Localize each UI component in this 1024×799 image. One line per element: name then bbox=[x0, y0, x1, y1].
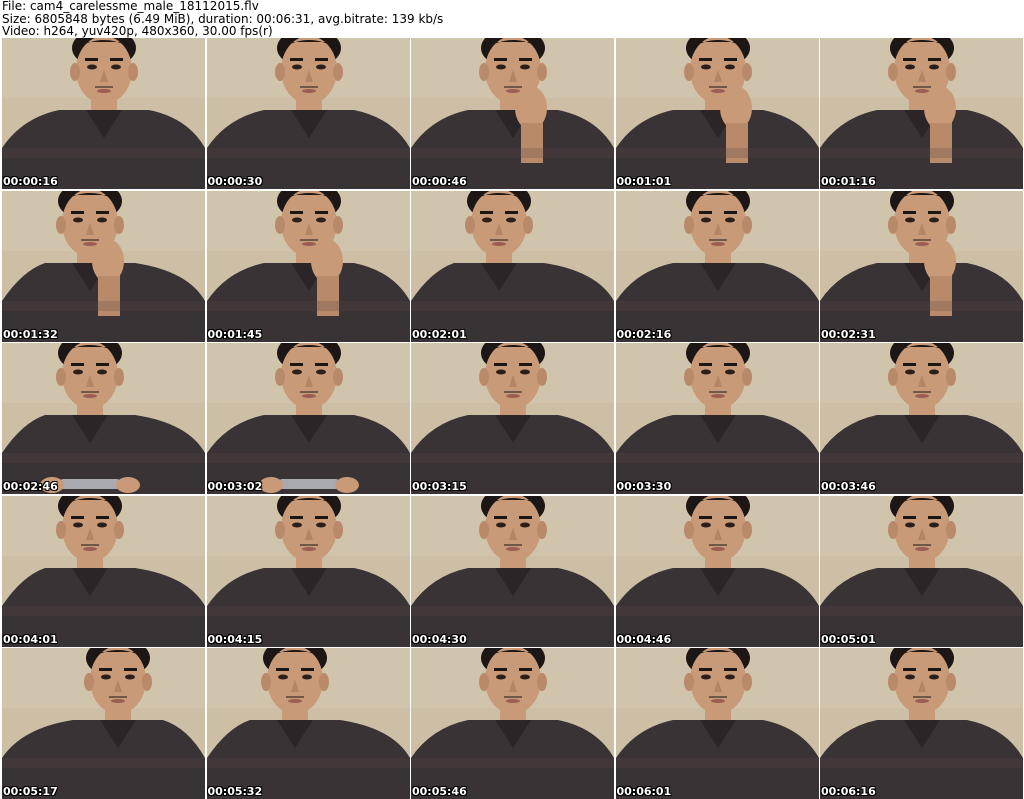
thumbnail-timestamp: 00:03:15 bbox=[412, 480, 467, 493]
thumbnail-timestamp: 00:01:45 bbox=[207, 327, 263, 341]
video-thumbnail: 00:06:01 bbox=[615, 648, 819, 799]
video-thumbnail: 00:02:01 bbox=[411, 190, 614, 342]
thumbnail-grid: 00:00:16 00:00:30 00:00:46 00:01:01 00:01:16… bbox=[2, 38, 1023, 799]
frame-image bbox=[411, 648, 614, 799]
file-info-header: File: cam4_carelessme_male_18112015.flv … bbox=[2, 0, 1022, 38]
video-thumbnail: 00:03:30 bbox=[615, 343, 819, 494]
thumbnail-timestamp: 00:02:31 bbox=[821, 327, 876, 341]
frame-image bbox=[411, 495, 614, 647]
thumbnail-timestamp: 00:01:16 bbox=[821, 175, 876, 188]
video-thumbnail: 00:03:15 bbox=[411, 343, 614, 494]
video-thumbnail: 00:05:46 bbox=[411, 648, 614, 799]
frame-image bbox=[206, 190, 410, 342]
frame-image bbox=[2, 38, 205, 189]
frame-image bbox=[206, 343, 410, 494]
frame-image bbox=[206, 648, 410, 799]
thumbnail-timestamp: 00:00:46 bbox=[412, 175, 467, 188]
frame-image bbox=[2, 648, 205, 799]
video-thumbnail: 00:01:16 bbox=[820, 38, 1023, 189]
frame-image bbox=[411, 343, 614, 494]
thumbnail-timestamp: 00:03:02 bbox=[207, 480, 263, 493]
thumbnail-timestamp: 00:06:16 bbox=[821, 785, 876, 798]
frame-image bbox=[615, 190, 819, 342]
thumbnail-timestamp: 00:04:15 bbox=[207, 632, 263, 646]
thumbnail-timestamp: 00:04:01 bbox=[3, 632, 58, 646]
frame-image bbox=[820, 38, 1023, 189]
video-thumbnail: 00:02:16 bbox=[615, 190, 819, 342]
thumbnail-timestamp: 00:03:46 bbox=[821, 480, 876, 493]
frame-image bbox=[411, 190, 614, 342]
frame-image bbox=[2, 495, 205, 647]
thumbnail-timestamp: 00:04:46 bbox=[616, 632, 672, 646]
frame-image bbox=[615, 495, 819, 647]
video-thumbnail: 00:02:31 bbox=[820, 190, 1023, 342]
thumbnail-timestamp: 00:00:16 bbox=[3, 175, 58, 188]
video-thumbnail: 00:03:46 bbox=[820, 343, 1023, 494]
video-thumbnail: 00:00:46 bbox=[411, 38, 614, 189]
video-info-line: Video: h264, yuv420p, 480x360, 30.00 fps… bbox=[2, 24, 273, 38]
video-thumbnail: 00:04:30 bbox=[411, 495, 614, 647]
thumbnail-timestamp: 00:03:30 bbox=[616, 480, 672, 493]
frame-image bbox=[820, 495, 1023, 647]
video-thumbnail: 00:04:46 bbox=[615, 495, 819, 647]
video-thumbnail: 00:00:30 bbox=[206, 38, 410, 189]
video-thumbnail: 00:01:01 bbox=[615, 38, 819, 189]
video-thumbnail: 00:05:32 bbox=[206, 648, 410, 799]
thumbnail-timestamp: 00:05:46 bbox=[412, 785, 467, 798]
frame-image bbox=[2, 343, 205, 494]
video-thumbnail: 00:05:17 bbox=[2, 648, 205, 799]
thumbnail-timestamp: 00:02:01 bbox=[412, 327, 467, 341]
video-thumbnail: 00:01:32 bbox=[2, 190, 205, 342]
video-thumbnail: 00:03:02 bbox=[206, 343, 410, 494]
thumbnail-timestamp: 00:06:01 bbox=[616, 785, 672, 798]
thumbnail-timestamp: 00:02:16 bbox=[616, 327, 672, 341]
video-thumbnail: 00:04:15 bbox=[206, 495, 410, 647]
thumbnail-timestamp: 00:05:01 bbox=[821, 632, 876, 646]
frame-image bbox=[206, 38, 410, 189]
thumbnail-timestamp: 00:04:30 bbox=[412, 632, 467, 646]
frame-image bbox=[820, 190, 1023, 342]
frame-image bbox=[411, 38, 614, 189]
frame-image bbox=[615, 38, 819, 189]
thumbnail-timestamp: 00:01:01 bbox=[616, 175, 672, 188]
file-name-line: File: cam4_carelessme_male_18112015.flv bbox=[2, 0, 259, 13]
frame-image bbox=[820, 343, 1023, 494]
frame-image bbox=[2, 190, 205, 342]
frame-image bbox=[820, 648, 1023, 799]
frame-image bbox=[615, 648, 819, 799]
thumbnail-timestamp: 00:02:46 bbox=[3, 480, 58, 493]
thumbnail-timestamp: 00:00:30 bbox=[207, 175, 263, 188]
video-thumbnail: 00:05:01 bbox=[820, 495, 1023, 647]
thumbnail-timestamp: 00:01:32 bbox=[3, 327, 58, 341]
video-thumbnail: 00:06:16 bbox=[820, 648, 1023, 799]
thumbnail-timestamp: 00:05:32 bbox=[207, 785, 263, 798]
frame-image bbox=[206, 495, 410, 647]
video-thumbnail: 00:04:01 bbox=[2, 495, 205, 647]
thumbnail-timestamp: 00:05:17 bbox=[3, 785, 58, 798]
frame-image bbox=[615, 343, 819, 494]
video-thumbnail: 00:00:16 bbox=[2, 38, 205, 189]
video-thumbnail: 00:02:46 bbox=[2, 343, 205, 494]
video-thumbnail: 00:01:45 bbox=[206, 190, 410, 342]
